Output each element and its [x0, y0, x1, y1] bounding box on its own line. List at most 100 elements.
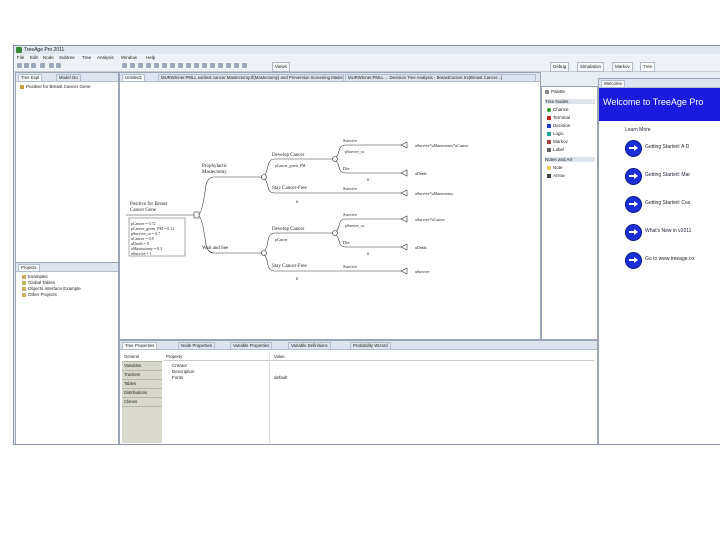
terminal-node	[400, 169, 408, 177]
palette-item-note[interactable]: Note	[547, 165, 563, 170]
menu-edit[interactable]: Edit	[30, 55, 38, 60]
tab-projects[interactable]: Projects	[18, 264, 40, 272]
views-dropdown[interactable]: Views	[272, 62, 290, 72]
palette-item-arrow[interactable]: Arrow	[547, 173, 565, 178]
palette-item-logic[interactable]: Logic	[547, 131, 564, 136]
menu-analysis[interactable]: Analysis	[97, 55, 114, 60]
tab-model-outline[interactable]: Model Ou	[56, 74, 81, 82]
payoff-1: uSurvive*uMastectomy*uCancer	[415, 143, 469, 148]
palette-group-notes[interactable]: Notes and Arr	[545, 157, 595, 162]
welcome-link-getting-started-mar[interactable]: Getting Started: Mar	[625, 168, 720, 185]
root-label-line1: Positive for Breast	[130, 202, 168, 207]
tree-file-icon	[20, 84, 24, 89]
sidetab-distributions[interactable]: Distributions	[122, 389, 162, 398]
run-icon[interactable]	[186, 63, 191, 68]
undo-icon[interactable]	[49, 63, 54, 68]
sidetab-trackers[interactable]: Trackers	[122, 371, 162, 380]
chance-node-icon	[547, 107, 551, 112]
menu-node[interactable]: Node	[43, 55, 54, 60]
welcome-link-getting-started-cos[interactable]: Getting Started: Cos	[625, 196, 720, 213]
welcome-link-whats-new[interactable]: What's New in v2011	[625, 224, 720, 241]
chance-node[interactable]	[332, 156, 338, 162]
tab-node-properties[interactable]: Node Properties	[178, 342, 216, 350]
open-icon[interactable]	[24, 63, 29, 68]
perspective-simulation[interactable]: Simulation	[577, 62, 605, 72]
palette-item-label[interactable]: Label	[547, 147, 564, 152]
folder-icon	[22, 274, 26, 279]
perspective-tree[interactable]: Tree	[640, 62, 656, 72]
chance-node[interactable]	[261, 250, 267, 256]
tree-explorer-tabstrip: Tree Expl Model Ou	[16, 73, 118, 82]
menu-help[interactable]: Help	[146, 55, 155, 60]
welcome-panel: Welcome Welcome to TreeAge Pro Learn Mor…	[598, 78, 720, 444]
table-icon[interactable]	[170, 63, 175, 68]
welcome-link-getting-started-a[interactable]: Getting Started: A D	[625, 140, 720, 157]
node-icon[interactable]	[130, 63, 135, 68]
new-icon[interactable]	[17, 63, 22, 68]
branch-prophylactic-line2: Mastectomy	[202, 170, 227, 175]
toolbar: Views Debug Simulation Markov Tree	[14, 61, 720, 72]
list-item[interactable]: Positive for Breast Cancer Gene	[20, 84, 91, 89]
prob-hash: #	[367, 177, 369, 182]
tab-tree-explorer[interactable]: Tree Expl	[18, 74, 43, 82]
redo-icon[interactable]	[56, 63, 61, 68]
chance-node[interactable]	[332, 230, 338, 236]
report-icon[interactable]	[154, 63, 159, 68]
palette-item-markov[interactable]: Markov	[547, 139, 568, 144]
help-icon[interactable]	[242, 63, 247, 68]
list-item[interactable]: Objects Interface Example	[22, 286, 81, 291]
table-row[interactable]: Fonts	[172, 375, 183, 380]
menu-file[interactable]: File	[17, 55, 24, 60]
column-divider	[269, 353, 270, 443]
list-item[interactable]: Other Projects	[22, 292, 57, 297]
branch-icon[interactable]	[138, 63, 143, 68]
format-icon[interactable]	[202, 63, 207, 68]
sidetab-general[interactable]: General	[122, 353, 162, 362]
tab-probability-wizard[interactable]: Probability Wizard	[350, 342, 391, 350]
list-item[interactable]: Global Tables	[22, 280, 55, 285]
palette-group-tree-nodes[interactable]: Tree Nodes	[545, 99, 595, 104]
palette-item-terminal[interactable]: Terminal	[547, 115, 570, 120]
tab-variable-definitions[interactable]: Variable Definitions	[288, 342, 331, 350]
tab-tree-properties[interactable]: Tree Properties	[122, 342, 158, 350]
menu-window[interactable]: Window	[121, 55, 137, 60]
tab-variable-properties[interactable]: Variable Properties	[230, 342, 273, 350]
note-icon[interactable]	[210, 63, 215, 68]
palette-item-chance[interactable]: Chance	[547, 107, 569, 112]
terminal-node	[400, 189, 408, 197]
print-icon[interactable]	[40, 63, 45, 68]
sidetab-tables[interactable]: Tables	[122, 380, 162, 389]
palette-item-decision[interactable]: Decision	[547, 123, 570, 128]
expand-icon[interactable]	[234, 63, 239, 68]
welcome-title: Welcome to TreeAge Pro	[603, 97, 704, 107]
arrow-right-icon	[625, 168, 642, 185]
calc-icon[interactable]	[146, 63, 151, 68]
properties-grid: Property Value Creator Description Fonts…	[164, 353, 594, 443]
application-window: TreeAge Pro 2011 File Edit Node Subtree …	[13, 45, 720, 445]
settings-icon[interactable]	[178, 63, 183, 68]
zoom-icon[interactable]	[122, 63, 127, 68]
chance-node[interactable]	[261, 174, 267, 180]
table-row[interactable]: Creator	[172, 363, 187, 368]
tree-editor: Untitled1 MURWInner.PMLL earliest cancer…	[119, 72, 541, 340]
window-title: TreeAge Pro 2011	[24, 47, 65, 53]
table-cell-value[interactable]: default	[274, 375, 288, 380]
sidetab-variables[interactable]: Variables	[122, 362, 162, 371]
table-row[interactable]: Description	[172, 369, 195, 374]
list-item[interactable]: Examples	[22, 274, 48, 279]
tab-welcome[interactable]: Welcome	[601, 80, 625, 88]
collapse-icon[interactable]	[226, 63, 231, 68]
perspective-debug[interactable]: Debug	[550, 62, 570, 72]
decision-tree-canvas[interactable]: Positive for Breast Cancer Gene pCancer …	[120, 81, 540, 339]
welcome-link-treeage-website[interactable]: Go to www.treeage.co	[625, 252, 720, 269]
payoff-6: uSurvive	[415, 269, 430, 274]
menu-subtree[interactable]: Subtree	[59, 55, 75, 60]
menu-tree[interactable]: Tree	[82, 55, 91, 60]
save-icon[interactable]	[31, 63, 36, 68]
perspective-markov[interactable]: Markov	[612, 62, 633, 72]
align-icon[interactable]	[218, 63, 223, 68]
graph-icon[interactable]	[162, 63, 167, 68]
stop-icon[interactable]	[194, 63, 199, 68]
sidetab-clones[interactable]: Clones	[122, 398, 162, 407]
decision-node[interactable]	[193, 211, 200, 219]
